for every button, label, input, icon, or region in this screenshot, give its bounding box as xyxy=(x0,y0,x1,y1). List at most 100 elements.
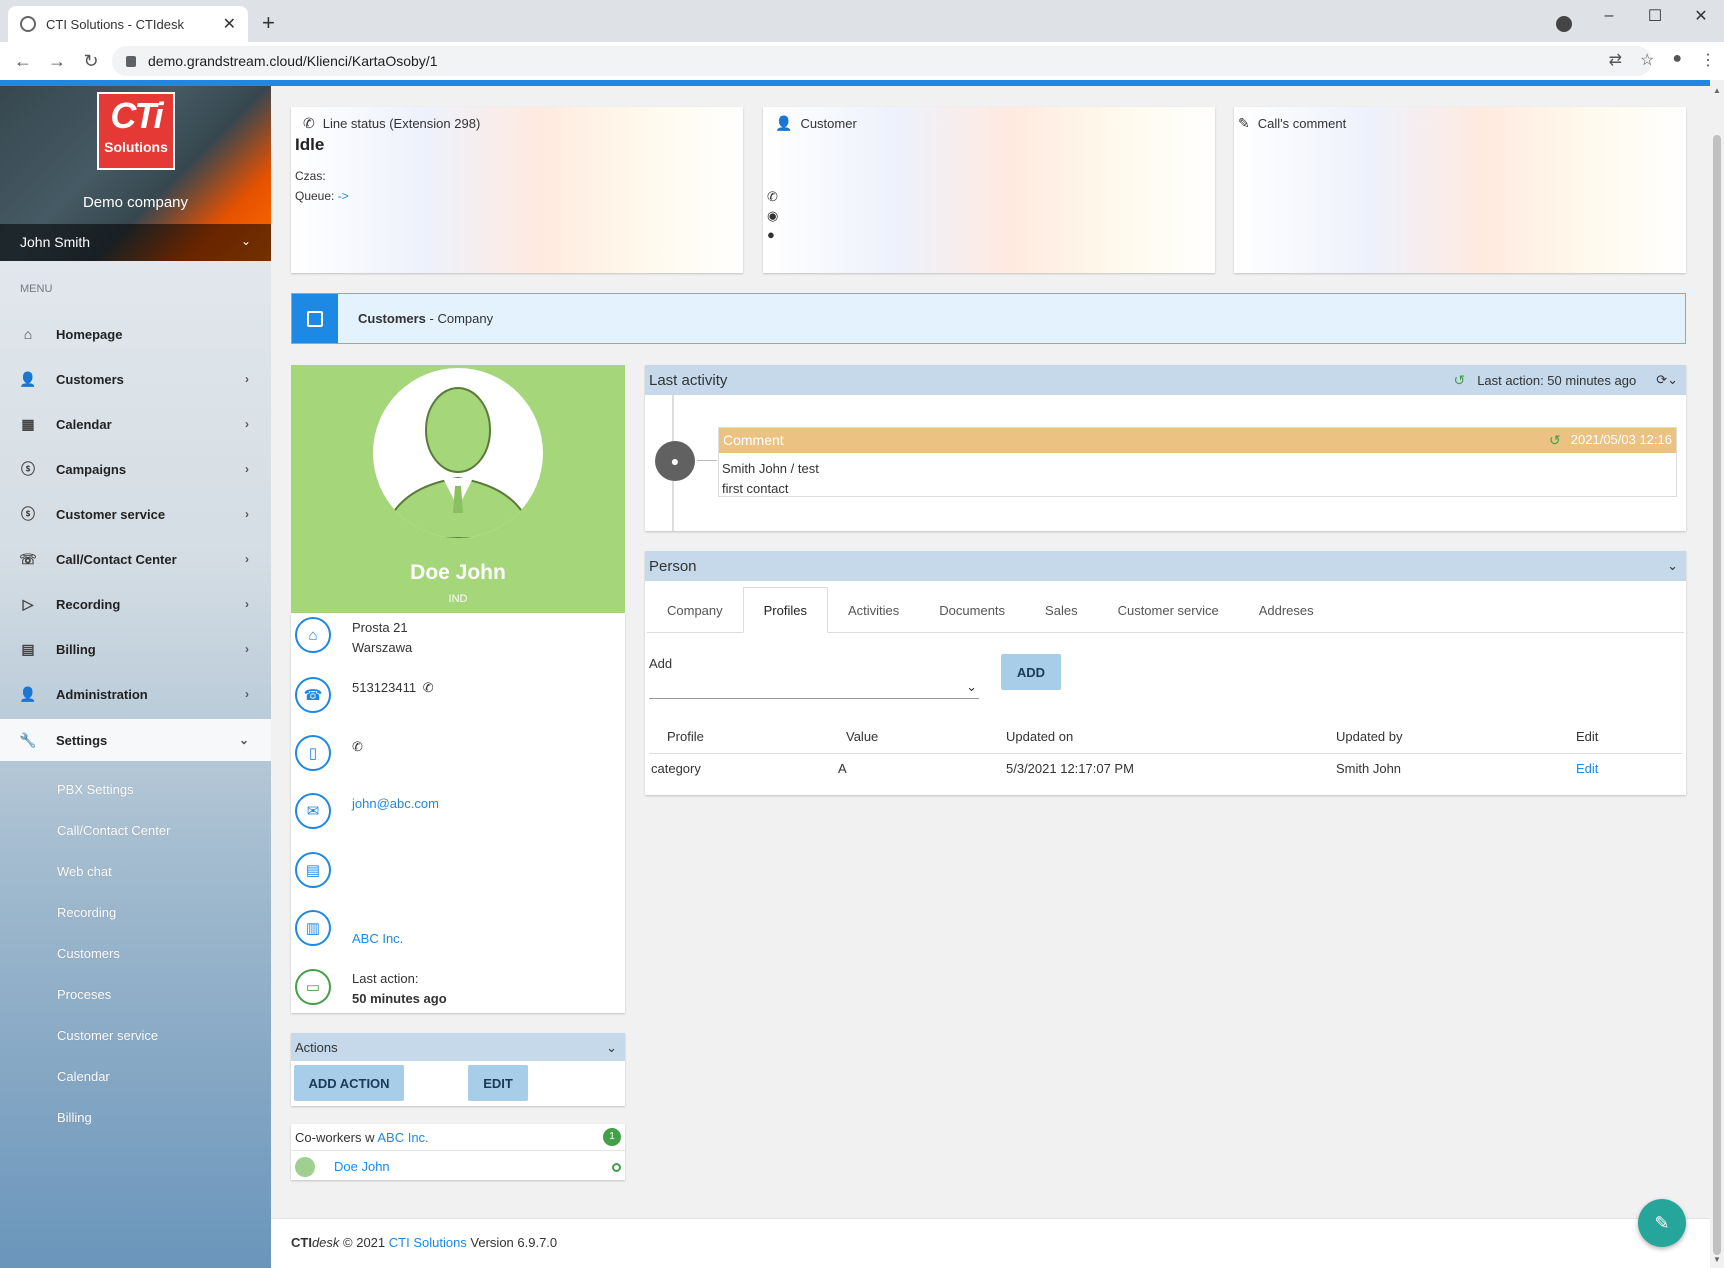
refresh-icon[interactable]: ⟳⌄ xyxy=(1656,372,1678,388)
last-action-value: 50 minutes ago xyxy=(352,991,447,1006)
tab-profiles[interactable]: Profiles xyxy=(742,587,828,633)
submenu-billing[interactable]: Billing xyxy=(57,1110,92,1125)
coworkers-company-link[interactable]: ABC Inc. xyxy=(377,1130,428,1145)
edit-link[interactable]: Edit xyxy=(1576,753,1682,783)
divider xyxy=(291,1150,625,1151)
chevron-down-icon: ⌄ xyxy=(606,1040,617,1055)
add-profile-button[interactable]: ADD xyxy=(1001,654,1061,690)
chevron-right-icon: › xyxy=(245,552,249,566)
menu-item-administration[interactable]: 👤 Administration › xyxy=(0,674,271,714)
column-header[interactable]: Updated on xyxy=(1006,721,1336,753)
menu-item-campaigns[interactable]: ⓢ Campaigns › xyxy=(0,449,271,489)
column-header[interactable]: Updated by xyxy=(1336,721,1576,753)
comment-title: Comment xyxy=(723,432,784,448)
history-icon: ↺ xyxy=(1453,371,1466,388)
profile-select[interactable]: ⌄ xyxy=(649,675,979,699)
translate-icon[interactable]: ⇄ xyxy=(1609,50,1622,70)
tab-company[interactable]: Company xyxy=(647,587,743,633)
company-link[interactable]: ABC Inc. xyxy=(352,929,403,949)
menu-item-homepage[interactable]: ⌂ Homepage xyxy=(0,314,271,354)
menu-item-call-contact-center[interactable]: ☏ Call/Contact Center › xyxy=(0,539,271,579)
user-menu[interactable]: John Smith ⌄ xyxy=(0,224,271,261)
chevron-right-icon: › xyxy=(245,417,249,431)
breadcrumb-section[interactable]: Customers xyxy=(358,311,426,326)
queue-link[interactable]: -> xyxy=(338,189,349,203)
submenu-call-contact-center[interactable]: Call/Contact Center xyxy=(57,823,170,838)
table-row: category A 5/3/2021 12:17:07 PM Smith Jo… xyxy=(649,753,1682,783)
tab-documents[interactable]: Documents xyxy=(919,587,1025,633)
customer-title: Customer xyxy=(800,116,857,131)
menu-item-label: Campaigns xyxy=(56,461,127,477)
tab-search-icon[interactable] xyxy=(1556,16,1572,32)
profile-icon[interactable]: ● xyxy=(1672,50,1682,70)
tab-sales[interactable]: Sales xyxy=(1025,587,1098,633)
table-cell: category xyxy=(651,760,701,776)
menu-item-label: Call/Contact Center xyxy=(56,551,177,567)
forward-icon[interactable]: → xyxy=(40,51,74,72)
reload-icon[interactable]: ↻ xyxy=(74,51,108,72)
column-header[interactable]: Edit xyxy=(1576,721,1682,753)
window-close-icon[interactable]: ✕ xyxy=(1678,6,1724,26)
menu-dots-icon[interactable]: ⋮ xyxy=(1700,50,1716,70)
email-link[interactable]: john@abc.com xyxy=(352,794,439,814)
person-header[interactable]: Person ⌄ xyxy=(645,551,1686,581)
call-comment-title: Call's comment xyxy=(1257,116,1347,131)
menu-item-settings[interactable]: 🔧 Settings ⌄ xyxy=(0,719,271,761)
comment-body: Smith John / test first contact xyxy=(719,453,1676,505)
phone-icon: ✆ xyxy=(767,189,778,204)
close-tab-icon[interactable]: ✕ xyxy=(223,14,236,34)
submenu-pbx-settings[interactable]: PBX Settings xyxy=(57,782,134,797)
new-tab-icon[interactable]: + xyxy=(262,10,275,36)
coworkers-title: Co-workers w ABC Inc. xyxy=(295,1130,429,1145)
profile-details: ⌂ Prosta 21 Warszawa ☎ 513123411 ✆ ▯ ✆ ✉… xyxy=(291,613,625,1013)
minimize-icon[interactable]: – xyxy=(1586,7,1632,25)
submenu-web-chat[interactable]: Web chat xyxy=(57,864,112,879)
cti-logo[interactable]: CTi Solutions xyxy=(97,92,175,170)
tab-addreses[interactable]: Addreses xyxy=(1239,587,1334,633)
menu-item-customers[interactable]: 👤 Customers › xyxy=(0,359,271,399)
footer-company-link[interactable]: CTI Solutions xyxy=(389,1235,467,1250)
scroll-down-icon[interactable]: ▼ xyxy=(1713,1255,1721,1264)
column-header[interactable]: Profile xyxy=(649,721,834,753)
back-icon[interactable]: ← xyxy=(6,51,40,72)
actions-header[interactable]: Actions ⌄ xyxy=(291,1033,625,1061)
scroll-up-icon[interactable]: ▲ xyxy=(1713,86,1721,95)
tab-title: CTI Solutions - CTIdesk xyxy=(46,16,184,32)
cash-icon: ▤ xyxy=(21,640,35,657)
star-icon[interactable]: ☆ xyxy=(1640,50,1654,70)
chevron-down-icon: ⌄ xyxy=(1667,558,1678,573)
table-cell: 5/3/2021 12:17:07 PM xyxy=(1006,760,1134,776)
submenu-proceses[interactable]: Proceses xyxy=(57,987,111,1002)
scroll-thumb[interactable] xyxy=(1713,135,1721,1255)
maximize-icon[interactable]: ☐ xyxy=(1632,6,1678,26)
globe-icon xyxy=(20,16,36,32)
add-action-button[interactable]: ADD ACTION xyxy=(294,1065,404,1101)
user-name: John Smith xyxy=(20,234,91,250)
footer-version: Version 6.9.7.0 xyxy=(466,1235,558,1250)
submenu-recording[interactable]: Recording xyxy=(57,905,116,920)
menu-item-billing[interactable]: ▤ Billing › xyxy=(0,629,271,669)
browser-tab[interactable]: CTI Solutions - CTIdesk ✕ xyxy=(8,6,248,42)
menu-item-customer-service[interactable]: ⓢ Customer service › xyxy=(0,494,271,534)
page-scrollbar[interactable]: ▲ ▼ xyxy=(1710,80,1724,1268)
edit-fab-button[interactable]: ✎ xyxy=(1638,1199,1686,1247)
tab-customer-service[interactable]: Customer service xyxy=(1098,587,1239,633)
coworker-link[interactable]: Doe John xyxy=(334,1159,390,1174)
mobile-call-icon[interactable]: ✆ xyxy=(352,737,363,757)
tab-activities[interactable]: Activities xyxy=(828,587,919,633)
call-comment-panel: ✎ Call's comment xyxy=(1234,107,1686,273)
submenu-calendar[interactable]: Calendar xyxy=(57,1069,110,1084)
person-panel: Person ⌄ Company Profiles Activities Doc… xyxy=(645,551,1686,795)
address-bar[interactable]: demo.grandstream.cloud/Klienci/KartaOsob… xyxy=(112,46,1652,76)
menu-item-calendar[interactable]: ▦ Calendar › xyxy=(0,404,271,444)
menu-item-label: Calendar xyxy=(56,416,112,432)
submenu-customer-service[interactable]: Customer service xyxy=(57,1028,158,1043)
menu-item-recording[interactable]: ▷ Recording › xyxy=(0,584,271,624)
profile-header: Doe John IND xyxy=(291,365,625,613)
submenu-customers[interactable]: Customers xyxy=(57,946,120,961)
column-header[interactable]: Value xyxy=(834,721,1006,753)
call-icon[interactable]: ✆ xyxy=(423,680,434,695)
edit-button[interactable]: EDIT xyxy=(468,1065,528,1101)
dollar-icon: ⓢ xyxy=(21,461,35,477)
chevron-down-icon: ⌄ xyxy=(966,679,977,694)
